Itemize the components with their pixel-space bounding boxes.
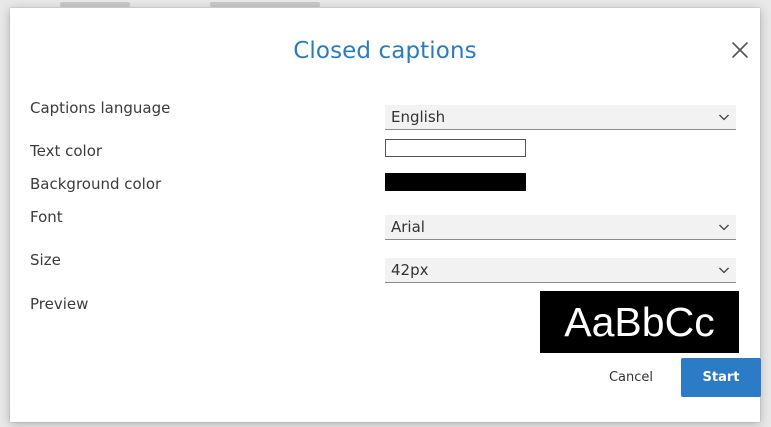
captions-language-label: Captions language [30,99,171,117]
size-value: 42px [391,261,429,279]
size-label: Size [30,251,61,269]
close-icon [732,42,748,58]
text-color-swatch[interactable] [385,139,526,157]
background-color-swatch[interactable] [385,173,526,191]
preview-label: Preview [30,295,89,313]
font-select[interactable]: Arial [385,215,736,240]
cancel-button[interactable]: Cancel [588,360,674,396]
chevron-down-icon [719,224,729,231]
caption-preview: AaBbCc [540,291,739,353]
close-button[interactable] [728,38,752,62]
captions-language-select[interactable]: English [385,105,736,130]
background-color-label: Background color [30,175,162,193]
size-select[interactable]: 42px [385,258,736,283]
text-color-label: Text color [30,142,103,160]
chevron-down-icon [719,114,729,121]
dialog-title: Closed captions [293,38,477,64]
closed-captions-dialog: Closed captions Captions language Englis… [10,8,761,422]
font-value: Arial [391,218,425,236]
start-button[interactable]: Start [681,358,761,397]
captions-language-value: English [391,108,446,126]
font-label: Font [30,208,63,226]
chevron-down-icon [719,267,729,274]
